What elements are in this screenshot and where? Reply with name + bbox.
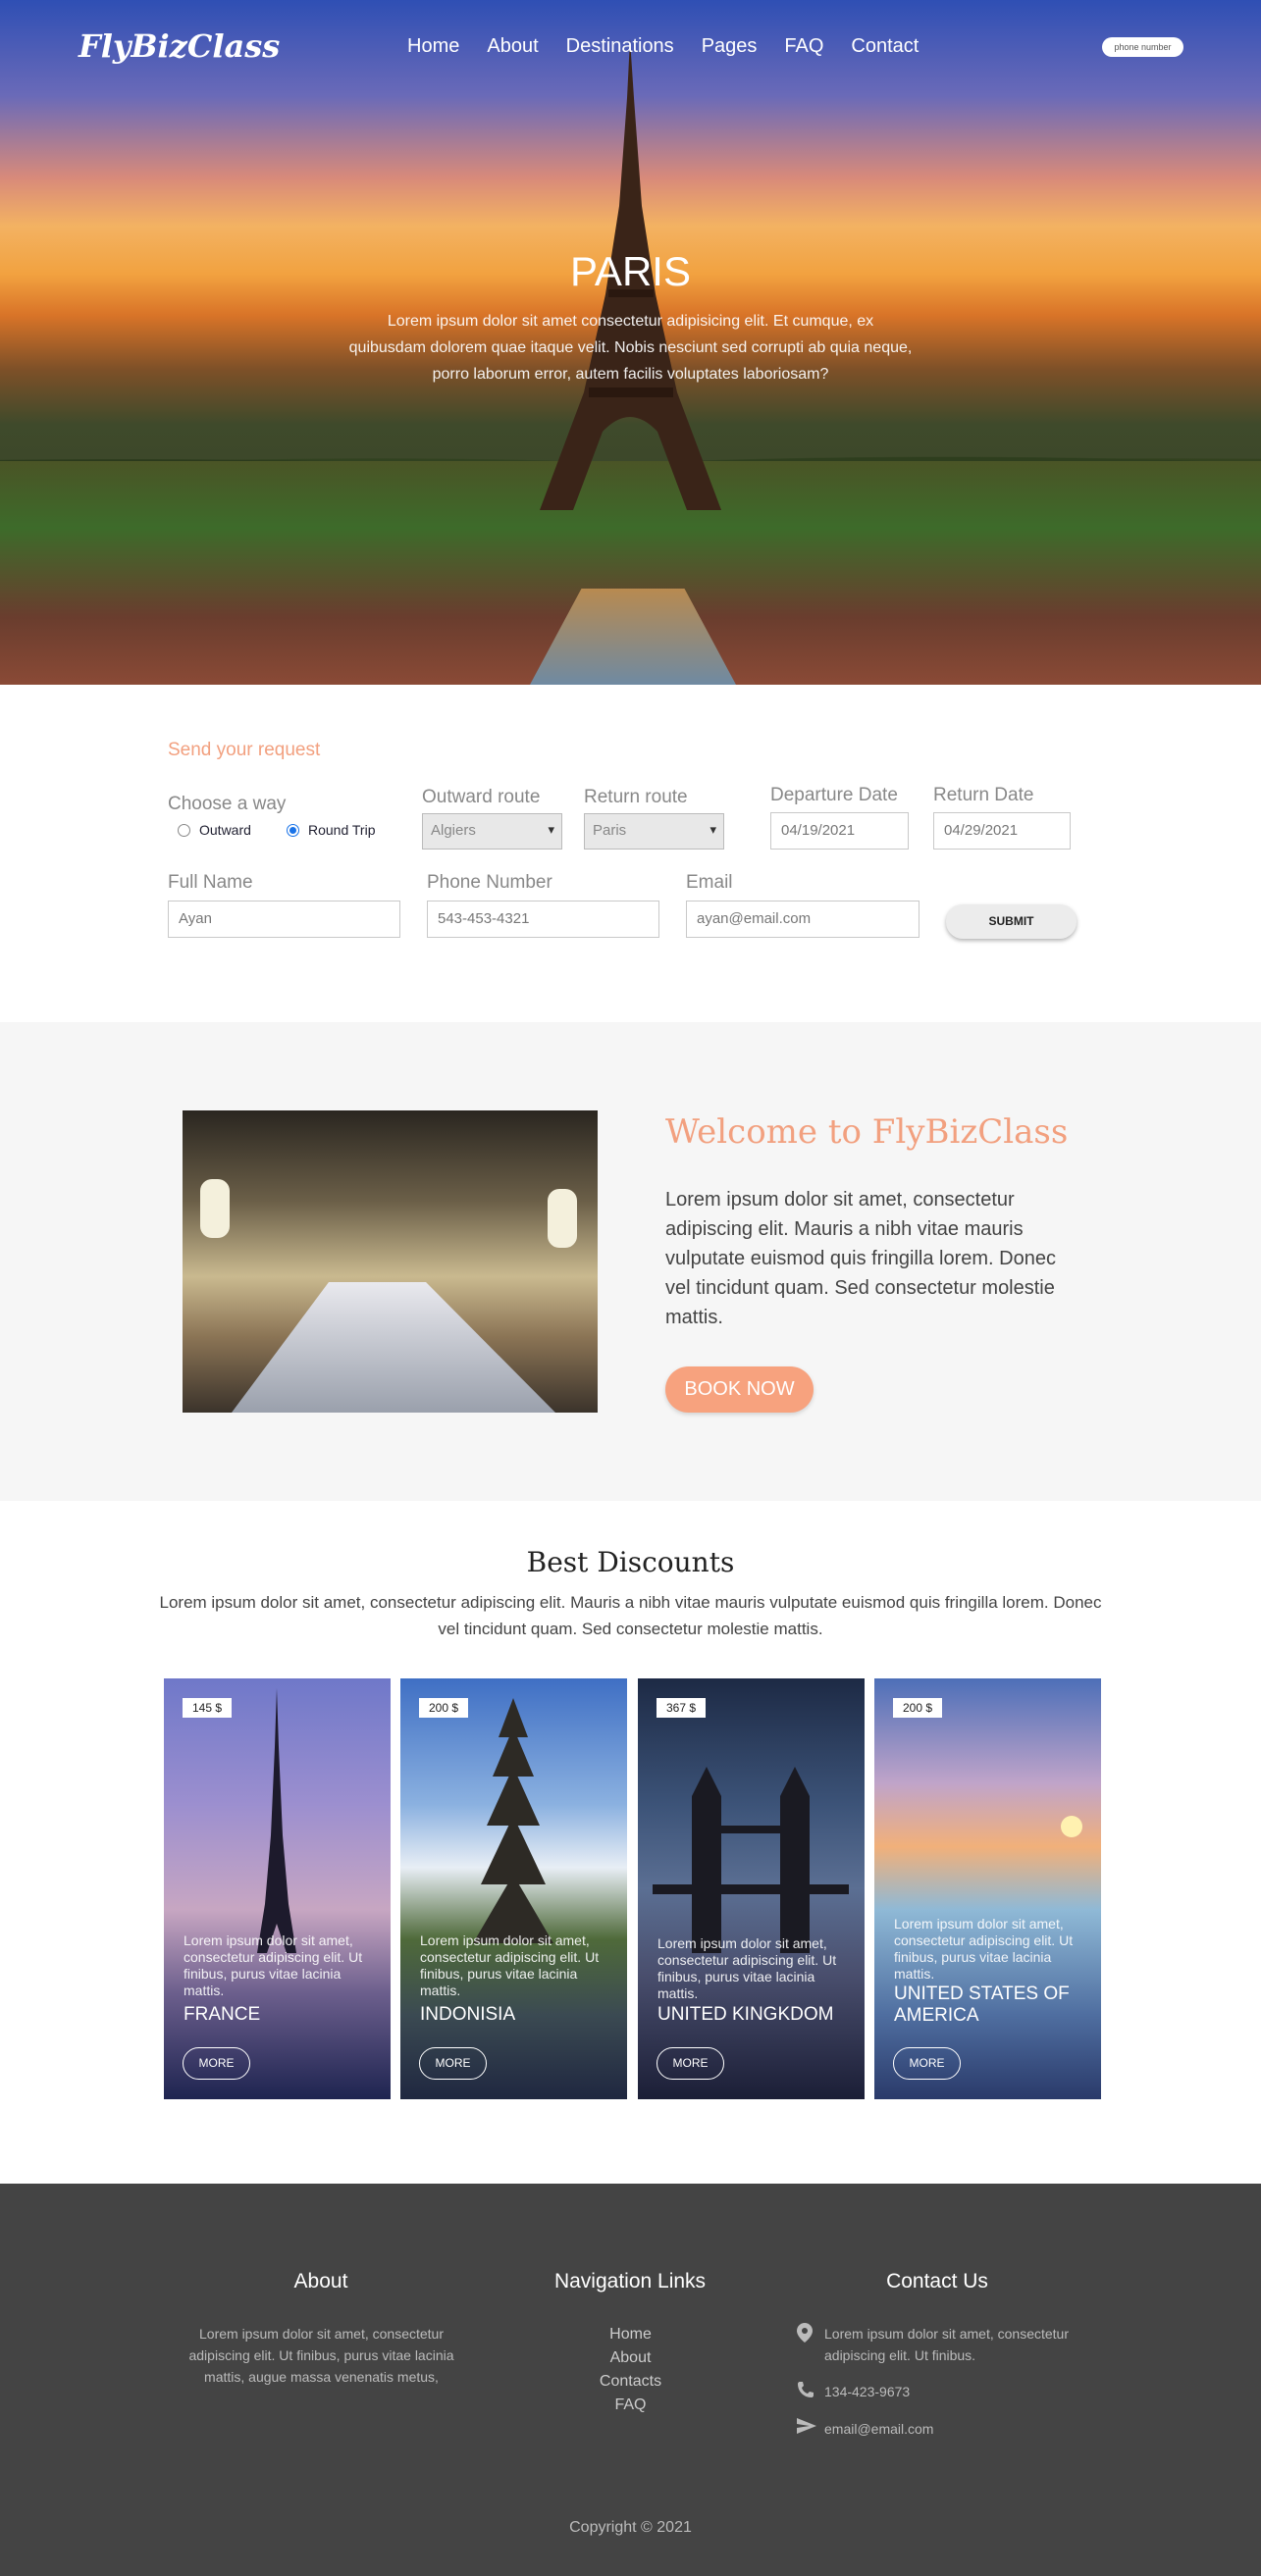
hero-title: PARIS bbox=[570, 248, 691, 294]
hero-section: FlyBizClass Home About Destinations Page… bbox=[0, 0, 1261, 685]
price-badge: 367 $ bbox=[657, 1698, 707, 1718]
footer-phone: 134-423-9673 bbox=[797, 2381, 910, 2405]
radio-outward[interactable]: Outward bbox=[178, 822, 251, 838]
destination-card-usa[interactable]: 200 $ Lorem ipsum dolor sit amet, consec… bbox=[874, 1678, 1101, 2099]
radio-round-trip-circle[interactable] bbox=[287, 823, 299, 837]
footer-address-text: Lorem ipsum dolor sit amet, consectetur … bbox=[824, 2326, 1069, 2363]
location-pin-icon bbox=[797, 2323, 814, 2366]
card-text: Lorem ipsum dolor sit amet, consectetur … bbox=[894, 1916, 1074, 1982]
more-button[interactable]: MORE bbox=[419, 2047, 487, 2080]
footer-about-text: Lorem ipsum dolor sit amet, consectetur … bbox=[188, 2326, 454, 2385]
eiffel-tower-icon bbox=[257, 1688, 296, 1953]
book-now-button[interactable]: BOOK NOW bbox=[665, 1366, 814, 1413]
card-title: FRANCE bbox=[184, 2004, 261, 2025]
footer-contact-title: Contact Us bbox=[886, 2270, 988, 2293]
footer-nav-links: Home About Contacts FAQ bbox=[559, 2323, 702, 2417]
footer-nav-title: Navigation Links bbox=[553, 2270, 707, 2293]
outward-route-value: Algiers bbox=[431, 822, 476, 839]
footer-link-home[interactable]: Home bbox=[559, 2323, 702, 2346]
footer-phone-text[interactable]: 134-423-9673 bbox=[824, 2381, 910, 2405]
footer-address: Lorem ipsum dolor sit amet, consectetur … bbox=[797, 2323, 1091, 2366]
request-form-title: Send your request bbox=[168, 740, 321, 760]
footer-link-contacts[interactable]: Contacts bbox=[559, 2370, 702, 2394]
return-route-value: Paris bbox=[593, 822, 627, 839]
nav-about[interactable]: About bbox=[487, 35, 538, 58]
email-label: Email bbox=[686, 872, 733, 893]
cabin-image bbox=[183, 1110, 598, 1413]
discounts-title: Best Discounts bbox=[526, 1546, 735, 1578]
phone-number-label: Phone Number bbox=[427, 872, 552, 893]
more-button[interactable]: MORE bbox=[183, 2047, 250, 2080]
site-logo[interactable]: FlyBizClass bbox=[79, 27, 280, 65]
departure-date-label: Departure Date bbox=[770, 785, 898, 805]
return-route-label: Return route bbox=[584, 787, 688, 807]
main-nav: Home About Destinations Pages FAQ Contac… bbox=[407, 35, 919, 58]
nav-faq[interactable]: FAQ bbox=[784, 35, 823, 58]
full-name-label: Full Name bbox=[168, 872, 253, 893]
footer-email-text[interactable]: email@email.com bbox=[824, 2418, 933, 2441]
nav-destinations[interactable]: Destinations bbox=[566, 35, 674, 58]
footer-about-title: About bbox=[293, 2270, 348, 2293]
radio-round-trip[interactable]: Round Trip bbox=[287, 822, 375, 838]
footer-link-about[interactable]: About bbox=[559, 2346, 702, 2370]
choose-way-label: Choose a way bbox=[168, 794, 287, 814]
phone-number-button[interactable]: phone number bbox=[1102, 37, 1183, 57]
email-input[interactable]: ayan@email.com bbox=[686, 901, 919, 938]
cabin-table bbox=[232, 1282, 555, 1413]
departure-date-input[interactable]: 04/19/2021 bbox=[770, 812, 909, 850]
destination-card-france[interactable]: 145 $ Lorem ipsum dolor sit amet, consec… bbox=[164, 1678, 391, 2099]
radio-outward-circle[interactable] bbox=[178, 823, 190, 837]
send-icon bbox=[797, 2418, 816, 2441]
cabin-window bbox=[548, 1189, 577, 1248]
return-date-input[interactable]: 04/29/2021 bbox=[933, 812, 1071, 850]
phone-icon bbox=[797, 2381, 814, 2405]
pagoda-icon bbox=[473, 1698, 553, 1943]
radio-outward-label: Outward bbox=[199, 822, 251, 838]
card-text: Lorem ipsum dolor sit amet, consectetur … bbox=[420, 1932, 600, 1998]
card-title: INDONISIA bbox=[420, 2004, 516, 2025]
price-badge: 200 $ bbox=[419, 1698, 469, 1718]
welcome-section: Welcome to FlyBizClass Lorem ipsum dolor… bbox=[0, 1022, 1261, 1501]
price-badge: 145 $ bbox=[183, 1698, 233, 1718]
return-date-label: Return Date bbox=[933, 785, 1034, 805]
discounts-text: Lorem ipsum dolor sit amet, consectetur … bbox=[159, 1593, 1102, 1638]
card-text: Lorem ipsum dolor sit amet, consectetur … bbox=[184, 1932, 363, 1998]
hero-text: Lorem ipsum dolor sit amet consectetur a… bbox=[348, 313, 913, 383]
request-form: Send your request Choose a way Outward R… bbox=[0, 685, 1261, 1022]
tower-bridge-icon bbox=[653, 1767, 849, 1953]
nav-contact[interactable]: Contact bbox=[851, 35, 919, 58]
card-title: UNITED STATES OF AMERICA bbox=[894, 1984, 1070, 2026]
footer: About Lorem ipsum dolor sit amet, consec… bbox=[0, 2184, 1261, 2576]
full-name-input[interactable]: Ayan bbox=[168, 901, 400, 938]
more-button[interactable]: MORE bbox=[893, 2047, 961, 2080]
destination-card-indonesia[interactable]: 200 $ Lorem ipsum dolor sit amet, consec… bbox=[400, 1678, 627, 2099]
card-text: Lorem ipsum dolor sit amet, consectetur … bbox=[657, 1935, 837, 2001]
welcome-title: Welcome to FlyBizClass bbox=[665, 1112, 1069, 1152]
sun-icon bbox=[1061, 1816, 1082, 1837]
footer-email: email@email.com bbox=[797, 2418, 933, 2441]
copyright: Copyright © 2021 bbox=[569, 2519, 692, 2536]
outward-route-label: Outward route bbox=[422, 787, 541, 807]
nav-home[interactable]: Home bbox=[407, 35, 459, 58]
submit-button[interactable]: SUBMIT bbox=[946, 904, 1077, 939]
footer-link-faq[interactable]: FAQ bbox=[559, 2394, 702, 2417]
welcome-text: Lorem ipsum dolor sit amet, consectetur … bbox=[665, 1189, 1056, 1328]
phone-number-input[interactable]: 543-453-4321 bbox=[427, 901, 659, 938]
cabin-window bbox=[200, 1179, 230, 1238]
destination-card-uk[interactable]: 367 $ Lorem ipsum dolor sit amet, consec… bbox=[638, 1678, 865, 2099]
return-route-select[interactable]: Paris bbox=[584, 813, 724, 850]
outward-route-select[interactable]: Algiers bbox=[422, 813, 562, 850]
card-title: UNITED KINGKDOM bbox=[657, 2004, 834, 2025]
nav-pages[interactable]: Pages bbox=[702, 35, 758, 58]
discounts-section: Best Discounts Lorem ipsum dolor sit ame… bbox=[0, 1501, 1261, 2184]
price-badge: 200 $ bbox=[893, 1698, 943, 1718]
more-button[interactable]: MORE bbox=[657, 2047, 724, 2080]
radio-round-trip-label: Round Trip bbox=[308, 822, 376, 838]
